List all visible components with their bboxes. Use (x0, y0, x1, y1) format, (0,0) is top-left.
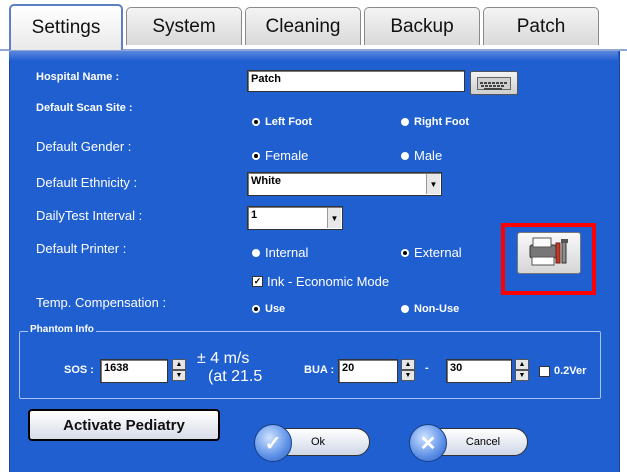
temp-use-radio[interactable]: Use (252, 303, 285, 315)
radio-unselected-icon (401, 151, 409, 160)
gender-male-radio[interactable]: Male (401, 148, 442, 163)
cancel-label: Cancel (465, 436, 501, 448)
scan-site-left-foot-radio[interactable]: Left Foot (252, 116, 312, 128)
radio-label: Non-Use (414, 303, 460, 315)
radio-label: Right Foot (414, 116, 469, 128)
arrow-down-icon[interactable]: ▼ (401, 370, 415, 381)
radio-selected-icon (252, 151, 260, 160)
sos-input[interactable]: 1638 (100, 359, 168, 383)
sos-stepper[interactable]: ▲ ▼ (172, 359, 186, 383)
radio-unselected-icon (401, 305, 409, 313)
tab-patch[interactable]: Patch (483, 7, 599, 45)
radio-selected-icon (252, 118, 260, 126)
chevron-down-icon[interactable]: ▼ (426, 174, 440, 194)
tab-system[interactable]: System (126, 7, 242, 45)
bua-min-stepper[interactable]: ▲ ▼ (401, 359, 415, 383)
arrow-up-icon[interactable]: ▲ (401, 359, 415, 370)
radio-unselected-icon (401, 118, 409, 126)
chevron-down-icon[interactable]: ▼ (327, 208, 341, 228)
printer-external-radio[interactable]: External (401, 245, 462, 260)
ver-checkbox[interactable]: 0.2Ver (539, 365, 586, 377)
radio-selected-icon (401, 248, 409, 257)
x-icon[interactable]: ✕ (409, 424, 447, 462)
radio-label: Male (414, 148, 443, 163)
ink-economic-checkbox[interactable]: ✓ Ink - Economic Mode (252, 274, 389, 289)
temp-non-use-radio[interactable]: Non-Use (401, 303, 459, 315)
hospital-name-label: Hospital Name : (36, 71, 120, 83)
printer-internal-radio[interactable]: Internal (252, 245, 308, 260)
printer-label: Default Printer : (36, 241, 127, 256)
tab-backup[interactable]: Backup (364, 7, 480, 45)
radio-selected-icon (252, 305, 260, 313)
sos-temperature-note: (at 21.5 (208, 368, 263, 385)
sos-tolerance: ± 4 m/s (197, 350, 250, 367)
sos-label: SOS : (64, 364, 94, 376)
checkbox-unchecked-icon (539, 365, 550, 377)
activate-pediatry-button[interactable]: Activate Pediatry (28, 409, 220, 441)
check-icon: ✓ (252, 276, 263, 287)
gender-label: Default Gender : (36, 139, 132, 154)
bua-max-stepper[interactable]: ▲ ▼ (515, 359, 529, 383)
dailytest-dropdown[interactable]: 1 ▼ (247, 206, 343, 230)
arrow-down-icon[interactable]: ▼ (172, 370, 186, 381)
bua-max-input[interactable]: 30 (446, 359, 512, 383)
tab-cleaning[interactable]: Cleaning (245, 7, 361, 45)
panel-top-gradient (9, 51, 618, 61)
arrow-up-icon[interactable]: ▲ (515, 359, 529, 370)
bua-label: BUA : (304, 364, 335, 376)
dailytest-label: DailyTest Interval : (36, 208, 143, 223)
phantom-info-title: Phantom Info (28, 324, 96, 335)
dailytest-value: 1 (251, 209, 258, 221)
scan-site-right-foot-radio[interactable]: Right Foot (401, 116, 469, 128)
tab-settings[interactable]: Settings (9, 4, 123, 50)
radio-label: Left Foot (265, 116, 313, 128)
radio-label: Female (265, 148, 309, 163)
arrow-down-icon[interactable]: ▼ (515, 370, 529, 381)
tab-bar: Settings System Cleaning Backup Patch (0, 0, 627, 51)
radio-label: Internal (265, 245, 309, 260)
ethnicity-label: Default Ethnicity : (36, 175, 138, 190)
highlight-box (501, 223, 596, 295)
ethnicity-dropdown[interactable]: White ▼ (247, 172, 442, 196)
radio-label: External (414, 245, 462, 260)
checkmark-icon[interactable]: ✓ (254, 424, 292, 462)
temp-compensation-label: Temp. Compensation : (36, 295, 167, 310)
checkbox-label: Ink - Economic Mode (267, 274, 390, 289)
radio-unselected-icon (252, 248, 260, 257)
keyboard-icon (477, 77, 511, 90)
scan-site-label: Default Scan Site : (36, 102, 133, 114)
checkbox-label: 0.2Ver (554, 365, 587, 377)
gender-female-radio[interactable]: Female (252, 148, 308, 163)
radio-label: Use (265, 303, 286, 315)
bua-min-input[interactable]: 20 (338, 359, 398, 383)
hospital-name-input[interactable]: Patch (247, 70, 465, 92)
keyboard-button[interactable] (470, 71, 518, 95)
ethnicity-value: White (251, 175, 281, 187)
bua-range-dash: - (425, 362, 429, 374)
arrow-up-icon[interactable]: ▲ (172, 359, 186, 370)
ok-label: Ok (310, 436, 326, 448)
